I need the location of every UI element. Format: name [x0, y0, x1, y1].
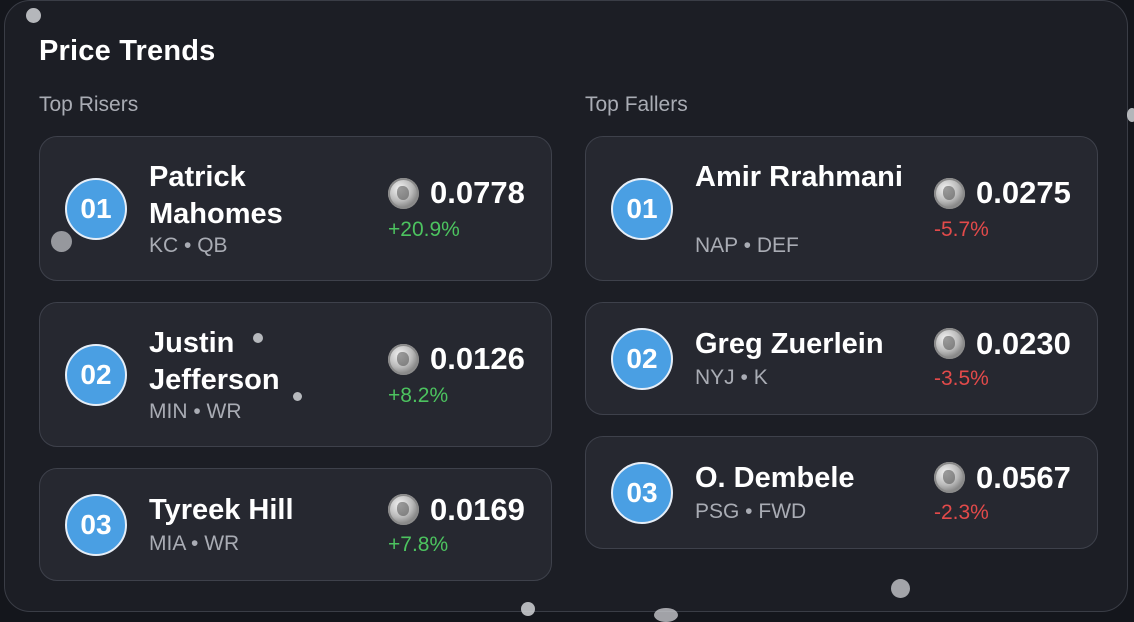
- player-name: Patrick Mahomes: [149, 161, 283, 230]
- player-price: 0.0778: [430, 175, 525, 210]
- faller-card-3[interactable]: 03 O. Dembele PSG • FWD 0.0567 -2.3%: [585, 436, 1098, 549]
- top-fallers-label: Top Fallers: [585, 93, 688, 116]
- rank-badge: 01: [65, 178, 127, 240]
- rank-badge: 03: [611, 462, 673, 524]
- player-team-position: MIA • WR: [149, 532, 240, 555]
- silver-coin-icon: [934, 328, 965, 359]
- particle-dot: [1127, 108, 1134, 122]
- faller-card-1[interactable]: 01 Amir Rrahmani NAP • DEF 0.0275 -5.7%: [585, 136, 1098, 281]
- particle-dot: [26, 8, 41, 23]
- particle-dot: [654, 608, 678, 622]
- player-team-position: MIN • WR: [149, 400, 242, 423]
- player-team-position: PSG • FWD: [695, 500, 807, 523]
- rank-badge: 02: [65, 344, 127, 406]
- silver-coin-icon: [388, 178, 419, 209]
- price-change: +20.9%: [388, 218, 460, 241]
- player-price: 0.0275: [976, 175, 1071, 210]
- player-team-position: NYJ • K: [695, 366, 768, 389]
- particle-dot: [253, 333, 263, 343]
- price-change: +7.8%: [388, 533, 449, 556]
- rank-badge: 03: [65, 494, 127, 556]
- riser-card-1[interactable]: 01 Patrick Mahomes KC • QB 0.0778 +20.9%: [39, 136, 552, 281]
- player-price: 0.0230: [976, 326, 1071, 361]
- riser-card-2[interactable]: 02 Justin Jefferson MIN • WR 0.0126 +8.2…: [39, 302, 552, 447]
- faller-card-2[interactable]: 02 Greg Zuerlein NYJ • K 0.0230 -3.5%: [585, 302, 1098, 415]
- price-change: -5.7%: [934, 218, 989, 241]
- particle-dot: [293, 392, 302, 401]
- player-name: O. Dembele: [695, 462, 855, 494]
- top-risers-label: Top Risers: [39, 93, 139, 116]
- price-trends-panel: Price Trends Top Risers Top Fallers 01 P…: [4, 0, 1128, 612]
- player-team-position: NAP • DEF: [695, 234, 799, 257]
- price-change: -2.3%: [934, 501, 989, 524]
- player-price: 0.0567: [976, 460, 1071, 495]
- silver-coin-icon: [388, 494, 419, 525]
- rank-badge: 02: [611, 328, 673, 390]
- panel-title: Price Trends: [39, 35, 216, 67]
- price-change: +8.2%: [388, 384, 449, 407]
- player-price: 0.0126: [430, 341, 525, 376]
- particle-dot: [51, 231, 72, 252]
- silver-coin-icon: [388, 344, 419, 375]
- riser-card-3[interactable]: 03 Tyreek Hill MIA • WR 0.0169 +7.8%: [39, 468, 552, 581]
- player-name: Amir Rrahmani: [695, 161, 903, 193]
- player-team-position: KC • QB: [149, 234, 228, 257]
- price-change: -3.5%: [934, 367, 989, 390]
- silver-coin-icon: [934, 462, 965, 493]
- player-name: Tyreek Hill: [149, 494, 294, 526]
- silver-coin-icon: [934, 178, 965, 209]
- particle-dot: [521, 602, 535, 616]
- rank-badge: 01: [611, 178, 673, 240]
- player-price: 0.0169: [430, 492, 525, 527]
- player-name: Greg Zuerlein: [695, 328, 884, 360]
- particle-dot: [891, 579, 910, 598]
